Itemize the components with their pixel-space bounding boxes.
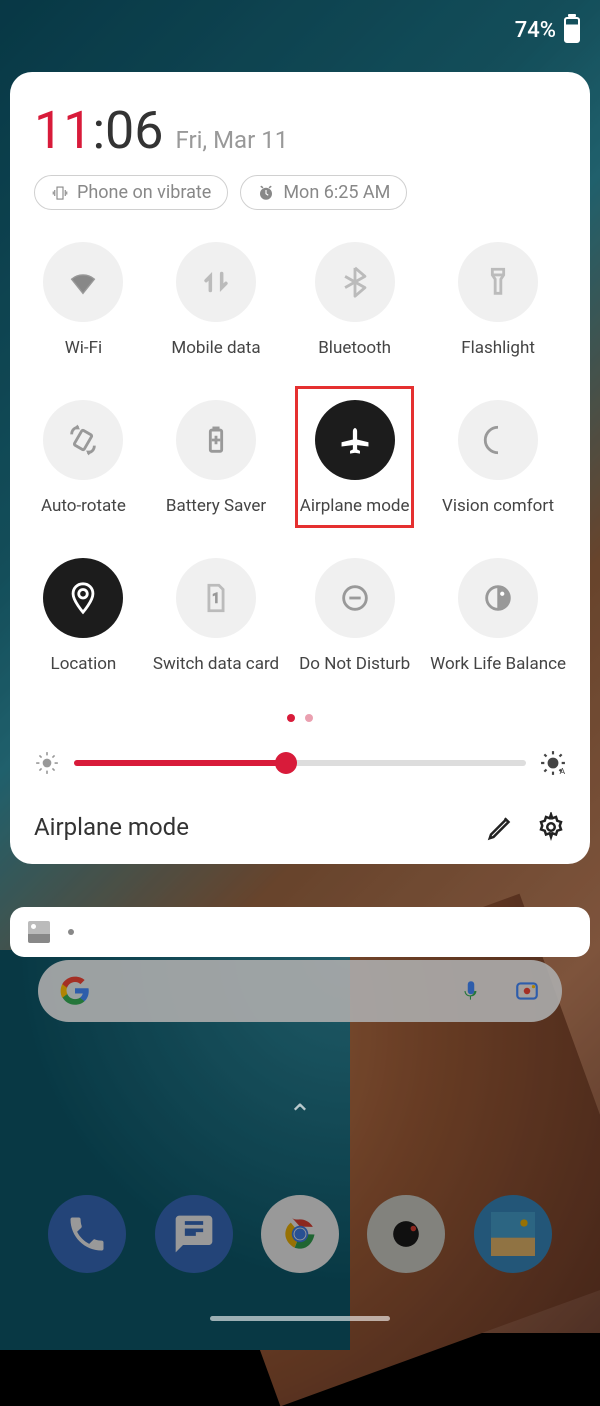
- svg-text:1: 1: [212, 591, 219, 606]
- tile-airplane[interactable]: Airplane mode: [299, 400, 410, 516]
- tile-label: Battery Saver: [166, 496, 266, 516]
- tile-location[interactable]: Location: [34, 558, 133, 674]
- alarm-clock-icon: [257, 184, 275, 202]
- dock-chrome[interactable]: [261, 1195, 339, 1273]
- brightness-low-icon: [34, 750, 60, 776]
- airplane-icon: [338, 423, 372, 457]
- tile-wifi[interactable]: Wi-Fi: [34, 242, 133, 358]
- alarm-label: Mon 6:25 AM: [283, 182, 390, 203]
- mobile-data-toggle[interactable]: [176, 242, 256, 322]
- battery-saver-icon: [199, 423, 233, 457]
- flashlight-icon: [481, 265, 515, 299]
- dock-phone[interactable]: [48, 1195, 126, 1273]
- vibrate-label: Phone on vibrate: [77, 182, 211, 203]
- nav-handle[interactable]: [210, 1316, 390, 1321]
- tile-dnd[interactable]: Do Not Disturb: [299, 558, 410, 674]
- airplane-toggle[interactable]: [315, 400, 395, 480]
- dock-gallery[interactable]: [474, 1195, 552, 1273]
- dnd-toggle[interactable]: [315, 558, 395, 638]
- tile-label: Work Life Balance: [430, 654, 566, 674]
- footer-label: Airplane mode: [34, 813, 466, 841]
- settings-icon[interactable]: [536, 812, 566, 842]
- google-logo-icon: [60, 976, 90, 1006]
- location-icon: [66, 581, 100, 615]
- tile-label: Wi-Fi: [65, 338, 102, 358]
- tile-vision[interactable]: Vision comfort: [430, 400, 566, 516]
- edit-icon[interactable]: [486, 812, 516, 842]
- mic-icon[interactable]: [458, 978, 484, 1004]
- notification-thumb-icon: [28, 921, 50, 943]
- tile-label: Airplane mode: [300, 496, 410, 516]
- work-life-icon: [481, 581, 515, 615]
- wifi-toggle[interactable]: [43, 242, 123, 322]
- tile-label: Do Not Disturb: [299, 654, 410, 674]
- vibrate-chip[interactable]: Phone on vibrate: [34, 175, 228, 210]
- flashlight-toggle[interactable]: [458, 242, 538, 322]
- clock[interactable]: 11:06: [34, 100, 164, 161]
- bluetooth-toggle[interactable]: [315, 242, 395, 322]
- tile-label: Location: [51, 654, 117, 674]
- brightness-auto-icon: A: [540, 750, 566, 776]
- svg-text:A: A: [560, 767, 566, 776]
- tile-label: Auto-rotate: [41, 496, 126, 516]
- notification-dot-icon: [68, 929, 74, 935]
- vision-icon: [481, 423, 515, 457]
- battery-saver-toggle[interactable]: [176, 400, 256, 480]
- wifi-icon: [66, 265, 100, 299]
- dnd-icon: [338, 581, 372, 615]
- clock-row: 11:06 Fri, Mar 11: [34, 100, 566, 161]
- tile-label: Vision comfort: [442, 496, 554, 516]
- dock-messages[interactable]: [155, 1195, 233, 1273]
- page-indicator[interactable]: [34, 714, 566, 722]
- google-search-bar[interactable]: [38, 960, 562, 1022]
- battery-icon: [564, 17, 580, 43]
- page-dot-0: [287, 714, 295, 722]
- tile-flashlight[interactable]: Flashlight: [430, 242, 566, 358]
- tile-auto-rotate[interactable]: Auto-rotate: [34, 400, 133, 516]
- chevron-up-icon[interactable]: ⌃: [288, 1098, 311, 1131]
- vision-toggle[interactable]: [458, 400, 538, 480]
- tile-bluetooth[interactable]: Bluetooth: [299, 242, 410, 358]
- clock-minute: 06: [105, 100, 163, 161]
- status-bar: 74%: [0, 0, 600, 60]
- auto-rotate-icon: [66, 423, 100, 457]
- auto-rotate-toggle[interactable]: [43, 400, 123, 480]
- mobile-data-icon: [199, 265, 233, 299]
- panel-footer: Airplane mode: [34, 812, 566, 842]
- clock-hour: 11: [34, 100, 92, 161]
- tile-sim[interactable]: 1 Switch data card: [153, 558, 279, 674]
- tile-mobile-data[interactable]: Mobile data: [153, 242, 279, 358]
- work-life-toggle[interactable]: [458, 558, 538, 638]
- date[interactable]: Fri, Mar 11: [176, 126, 289, 154]
- location-toggle[interactable]: [43, 558, 123, 638]
- sim-icon: 1: [199, 581, 233, 615]
- tile-label: Bluetooth: [318, 338, 391, 358]
- bluetooth-icon: [338, 265, 372, 299]
- vibrate-icon: [51, 184, 69, 202]
- lens-icon[interactable]: [514, 978, 540, 1004]
- page-dot-1: [305, 714, 313, 722]
- tile-battery-saver[interactable]: Battery Saver: [153, 400, 279, 516]
- tile-label: Flashlight: [461, 338, 535, 358]
- status-chips: Phone on vibrate Mon 6:25 AM: [34, 175, 566, 210]
- dock: [0, 1195, 600, 1273]
- tile-label: Switch data card: [153, 654, 279, 674]
- brightness-row: A: [34, 750, 566, 776]
- tile-work-life[interactable]: Work Life Balance: [430, 558, 566, 674]
- battery-percent: 74%: [515, 18, 556, 43]
- sim-toggle[interactable]: 1: [176, 558, 256, 638]
- tile-label: Mobile data: [171, 338, 260, 358]
- brightness-fill: [74, 760, 286, 766]
- gallery-icon: [491, 1212, 535, 1256]
- notification-bar[interactable]: [10, 907, 590, 957]
- brightness-slider[interactable]: [74, 760, 526, 766]
- dock-camera[interactable]: [367, 1195, 445, 1273]
- alarm-chip[interactable]: Mon 6:25 AM: [240, 175, 407, 210]
- brightness-thumb[interactable]: [275, 752, 297, 774]
- quick-settings-panel[interactable]: 11:06 Fri, Mar 11 Phone on vibrate Mon 6…: [10, 72, 590, 864]
- tiles-grid: Wi-Fi Mobile data Bluetooth Flashlight Auto-…: [34, 242, 566, 674]
